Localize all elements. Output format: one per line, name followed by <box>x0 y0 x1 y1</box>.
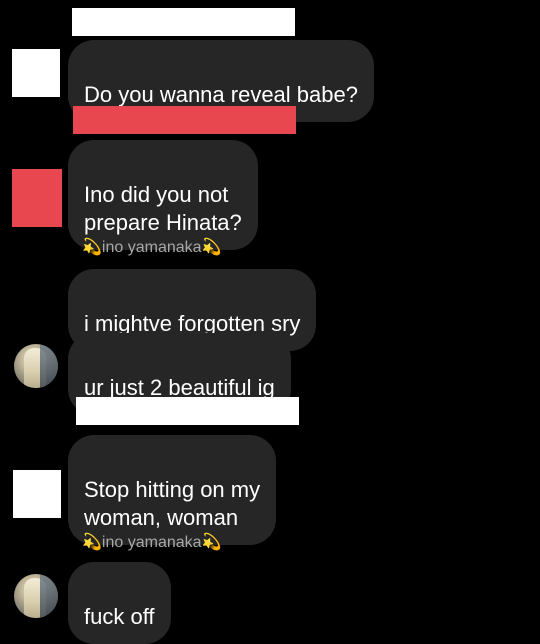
message-bubble[interactable]: fuck off <box>68 562 171 644</box>
redacted-avatar <box>12 169 62 227</box>
message-text: Do you wanna reveal babe? <box>84 82 358 107</box>
sender-name: ino yamanaka <box>101 534 202 551</box>
sender-label: 💫 ino yamanaka 💫 <box>82 533 221 553</box>
message-bubble[interactable]: Ino did you not prepare Hinata? <box>68 140 258 250</box>
message-text: Ino did you not prepare Hinata? <box>84 182 242 235</box>
avatar[interactable] <box>14 574 58 618</box>
message-text: Stop hitting on my woman, woman <box>84 477 261 530</box>
sender-name: ino yamanaka <box>101 239 202 256</box>
dizzy-star-icon: 💫 <box>201 239 222 256</box>
dizzy-star-icon: 💫 <box>201 534 222 551</box>
redacted-sender-name <box>72 8 295 36</box>
message-text: fuck off <box>84 604 155 629</box>
redacted-sender-name <box>73 106 296 134</box>
dizzy-star-icon: 💫 <box>82 534 102 551</box>
message-bubble[interactable]: Stop hitting on my woman, woman <box>68 435 277 545</box>
redacted-avatar <box>12 49 60 97</box>
avatar[interactable] <box>14 344 58 388</box>
redacted-avatar <box>13 470 61 518</box>
dizzy-star-icon: 💫 <box>82 239 102 256</box>
redacted-sender-name <box>76 397 299 425</box>
sender-label: 💫 ino yamanaka 💫 <box>82 238 221 258</box>
